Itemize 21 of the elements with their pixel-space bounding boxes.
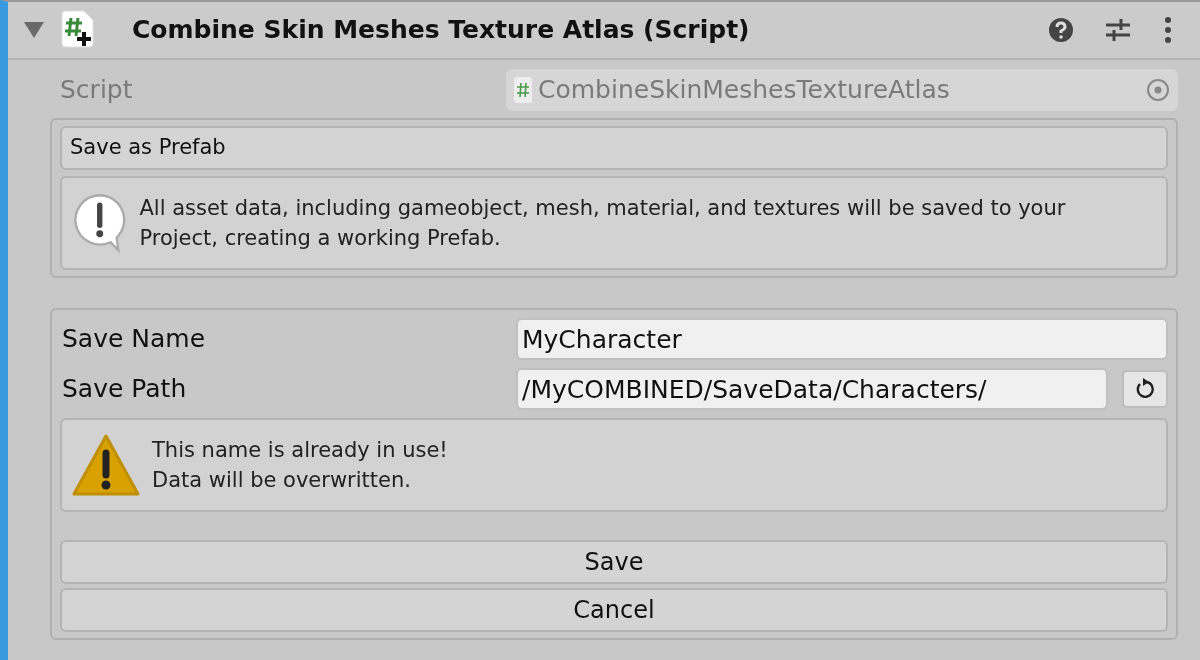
- message-text: This name is already in use!: [152, 437, 448, 464]
- script-icon: [60, 10, 96, 50]
- reset-button[interactable]: [1122, 370, 1168, 408]
- field-label: Script: [59, 74, 134, 107]
- field-label: Save Name: [61, 323, 207, 356]
- more-options-icon[interactable]: [1164, 17, 1172, 43]
- message-text: All asset data, including gameobject, mesh, material, and textures will be saved to your Project, creating a working Prefab.: [139, 195, 1067, 252]
- toggle-button[interactable]: Save as Prefab: [60, 126, 1168, 170]
- component-title: Combine Skin Meshes Texture Atlas (Script): [132, 14, 751, 47]
- action-button[interactable]: Save: [60, 540, 1168, 584]
- warning-icon: [72, 433, 140, 497]
- reset-icon: [1134, 378, 1156, 400]
- object-field: CombineSkinMeshesTextureAtlas: [506, 69, 1178, 111]
- script-icon: [514, 77, 532, 103]
- settings-icon[interactable]: [1104, 17, 1132, 43]
- message-text: Data will be overwritten.: [152, 467, 412, 494]
- input-field[interactable]: MyCharacter: [516, 318, 1168, 360]
- help-icon[interactable]: [1048, 17, 1074, 43]
- field-label: Save Path: [61, 373, 188, 406]
- input-field[interactable]: /MyCOMBINED/SaveData/Characters/: [516, 368, 1108, 410]
- action-button[interactable]: Cancel: [60, 588, 1168, 632]
